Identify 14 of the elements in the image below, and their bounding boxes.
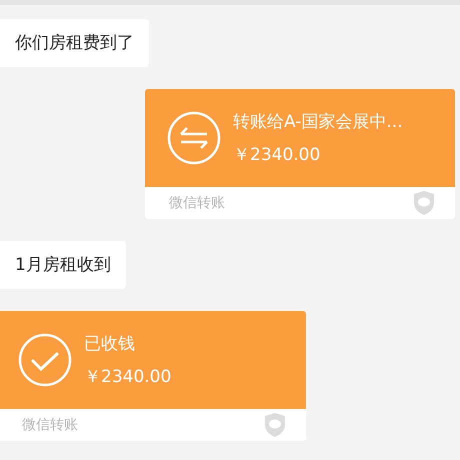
transfer-title: 已收钱 [84, 333, 136, 355]
shield-icon [264, 412, 286, 438]
message-bubble: 1月房租收到 [0, 241, 126, 289]
transfer-card[interactable]: 已收钱 ￥2340.00 微信转账 [0, 311, 306, 441]
transfer-title: 转账给A-国家会展中... [233, 111, 403, 133]
transfer-source: 微信转账 [169, 194, 225, 212]
transfer-card[interactable]: 转账给A-国家会展中... ￥2340.00 微信转账 [145, 89, 455, 219]
transfer-source: 微信转账 [22, 416, 78, 434]
transfer-amount: ￥2340.00 [84, 366, 172, 388]
transfer-amount: ￥2340.00 [233, 144, 322, 166]
checkmark-icon [18, 333, 72, 387]
message-bubble: 你们房租费到了 [0, 19, 149, 67]
shield-icon [413, 190, 435, 216]
exchange-icon [167, 111, 221, 165]
